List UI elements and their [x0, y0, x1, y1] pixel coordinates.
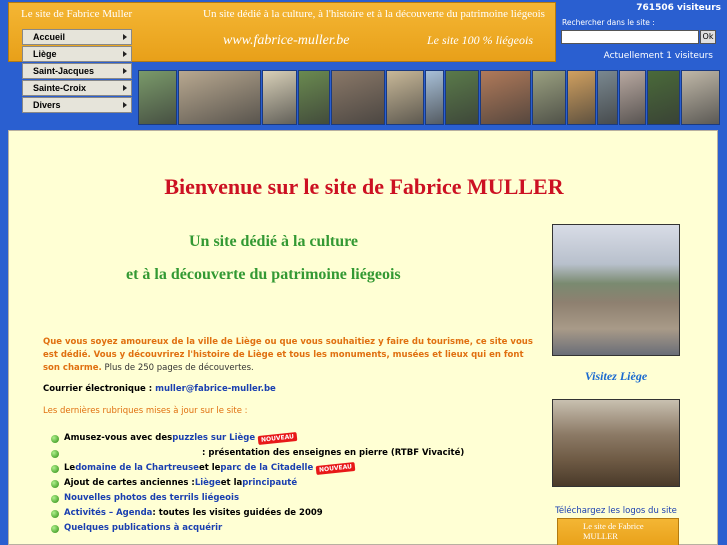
citadelle-link[interactable]: parc de la Citadelle: [220, 462, 313, 475]
visitor-counter: 761506 visiteurs: [636, 3, 721, 13]
search-label: Rechercher dans le site :: [562, 18, 655, 27]
list-item: Amusez-vous avec des puzzles sur Liège N…: [51, 431, 464, 446]
chevron-right-icon: [123, 102, 127, 108]
photo-thumbnail: [178, 70, 262, 125]
email-link[interactable]: muller@fabrice-muller.be: [155, 384, 276, 394]
puzzles-link[interactable]: puzzles sur Liège: [172, 432, 255, 445]
subtitle-culture: Un site dédié à la culture: [189, 233, 359, 250]
photo-thumbnail: [647, 70, 680, 125]
updates-list: Amusez-vous avec des puzzles sur Liège N…: [51, 431, 464, 536]
email-line: Courrier électronique : muller@fabrice-m…: [43, 384, 276, 394]
photo-thumbnail: [597, 70, 618, 125]
list-item: Nouvelles photos des terrils liégeois: [51, 491, 464, 506]
list-item: : présentation des enseignes en pierre (…: [51, 446, 464, 461]
nav-item-label: Liège: [33, 49, 57, 59]
update-text: : toutes les visites guidées de 2009: [152, 508, 323, 518]
green-bullet-icon: [51, 524, 59, 533]
liege-map-link[interactable]: Liège: [195, 477, 221, 490]
chartreuse-link[interactable]: domaine de la Chartreuse: [75, 462, 199, 475]
photo-thumbnail: [425, 70, 444, 125]
nav-item-label: Divers: [33, 100, 61, 110]
photo-thumbnail: [480, 70, 532, 125]
page-title: Bienvenue sur le site de Fabrice MULLER: [164, 174, 564, 199]
publications-link[interactable]: Quelques publications à acquérir: [64, 522, 222, 535]
current-visitors: Actuellement 1 visiteurs: [603, 51, 713, 61]
nav-item-label: Sainte-Croix: [33, 83, 87, 93]
intro-rest: Plus de 250 pages de découvertes.: [101, 363, 254, 373]
photo-thumbnail: [567, 70, 597, 125]
photo-thumbnail: [297, 70, 331, 125]
banner-site-name: Le site de Fabrice Muller: [21, 8, 133, 20]
main-content: Bienvenue sur le site de Fabrice MULLER …: [8, 130, 718, 545]
list-item: Activités – Agenda : toutes les visites …: [51, 506, 464, 521]
photo-thumbnail: [532, 70, 567, 125]
chevron-right-icon: [123, 85, 127, 91]
photo-thumbnail: [444, 70, 480, 125]
photo-thumbnail: [386, 70, 424, 125]
chevron-right-icon: [123, 51, 127, 57]
photo-thumbnail: [680, 70, 720, 125]
update-text: Le: [64, 463, 76, 473]
nav-item-divers[interactable]: Divers: [22, 97, 132, 113]
banner-url: www.fabrice-muller.be: [223, 33, 350, 48]
download-logos-link[interactable]: Téléchargez les logos du site: [552, 506, 680, 516]
principaute-link[interactable]: principauté: [242, 477, 297, 490]
green-bullet-icon: [51, 509, 59, 518]
intro-paragraph: Que vous soyez amoureux de la ville de L…: [43, 336, 537, 375]
nav-item-label: Saint-Jacques: [33, 66, 95, 76]
nav-item-accueil[interactable]: Accueil: [22, 29, 132, 45]
update-text: et la: [220, 478, 243, 488]
green-bullet-icon: [51, 494, 59, 503]
chevron-right-icon: [123, 68, 127, 74]
email-label: Courrier électronique :: [43, 384, 156, 394]
photo-thumbnail: [138, 70, 178, 125]
green-bullet-icon: [51, 464, 59, 473]
list-item: Le domaine de la Chartreuse et le parc d…: [51, 461, 464, 476]
update-text: Amusez-vous avec des: [64, 433, 173, 443]
church-interior-photo[interactable]: [552, 399, 680, 487]
terrils-link[interactable]: Nouvelles photos des terrils liégeois: [64, 492, 239, 505]
visit-liege-link[interactable]: Visitez Liège: [552, 369, 680, 384]
logo-banner-thumbnail[interactable]: Le site de Fabrice MULLER: [557, 518, 679, 545]
nav-item-label: Accueil: [33, 32, 66, 42]
update-text: : présentation des enseignes en pierre (…: [202, 448, 465, 458]
green-bullet-icon: [51, 449, 59, 458]
photo-thumbnail: [331, 70, 386, 125]
photo-thumbnail: [262, 70, 297, 125]
new-badge: NOUVEAU: [257, 431, 298, 446]
green-bullet-icon: [51, 479, 59, 488]
nav-item-sainte-croix[interactable]: Sainte-Croix: [22, 80, 132, 96]
nav-item-saint-jacques[interactable]: Saint-Jacques: [22, 63, 132, 79]
agenda-link[interactable]: Activités – Agenda: [64, 507, 152, 520]
search-input[interactable]: [561, 30, 699, 44]
chevron-right-icon: [123, 34, 127, 40]
list-item: Quelques publications à acquérir: [51, 521, 464, 536]
green-bullet-icon: [51, 434, 59, 443]
photo-strip: [138, 70, 720, 125]
nav-item-liege[interactable]: Liège: [22, 46, 132, 62]
list-item: Ajout de cartes anciennes : Liège et la …: [51, 476, 464, 491]
update-text: Ajout de cartes anciennes :: [64, 478, 195, 488]
banner-slogan: Le site 100 % liégeois: [427, 33, 533, 47]
banner-tagline: Un site dédié à la culture, à l'histoire…: [203, 8, 545, 20]
photo-thumbnail: [618, 70, 647, 125]
subtitle-patrimoine: et à la découverte du patrimoine liégeoi…: [126, 266, 401, 283]
search-button[interactable]: Ok: [700, 30, 716, 44]
liege-city-photo[interactable]: [552, 224, 680, 356]
latest-updates-label: Les dernières rubriques mises à jour sur…: [43, 406, 248, 416]
new-badge: NOUVEAU: [315, 461, 356, 476]
main-nav-menu: Accueil Liège Saint-Jacques Sainte-Croix…: [22, 29, 132, 114]
update-text: et le: [198, 463, 221, 473]
